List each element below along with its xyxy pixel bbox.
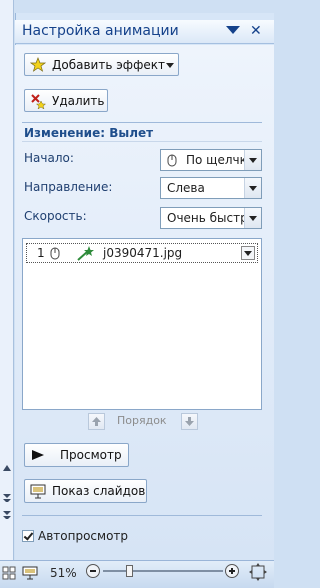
play-icon (32, 450, 44, 460)
zoom-out-button[interactable] (86, 564, 100, 578)
entrance-effect-icon (77, 246, 94, 261)
close-icon[interactable]: ✕ (250, 23, 262, 39)
autopreview-checkbox[interactable]: Автопросмотр (22, 529, 128, 543)
slideshow-label: Показ слайдов (52, 484, 146, 498)
pane-title: Настройка анимации (22, 23, 179, 39)
chevron-down-icon (166, 63, 174, 68)
autopreview-label: Автопросмотр (38, 529, 129, 543)
add-effect-button[interactable]: Добавить эффект (24, 53, 179, 76)
chevron-down-icon[interactable] (244, 150, 261, 170)
speed-select[interactable]: Очень быстро (160, 207, 262, 229)
item-dropdown[interactable] (241, 246, 255, 260)
slideshow-button[interactable]: Показ слайдов (24, 479, 147, 503)
effect-name: j0390471.jpg (103, 246, 183, 260)
delete-label: Удалить (52, 93, 105, 108)
divider (22, 141, 262, 142)
fit-to-window-icon[interactable] (249, 563, 267, 581)
move-up-button[interactable] (88, 413, 105, 430)
checkbox-checked-icon[interactable] (22, 530, 34, 542)
chevron-down-icon[interactable] (244, 178, 261, 198)
divider (22, 122, 262, 123)
scroll-prev-icon[interactable] (2, 492, 12, 502)
zoom-slider-thumb[interactable] (126, 565, 133, 577)
speed-label: Скорость: (24, 209, 87, 223)
arrow-up-icon (92, 417, 101, 426)
chevron-down-icon (244, 251, 252, 256)
slide-sorter-icon[interactable] (2, 566, 16, 580)
zoom-in-button[interactable] (225, 564, 239, 578)
order-label: Порядок (117, 414, 167, 427)
change-section-title: Изменение: Вылет (24, 126, 154, 140)
speed-value: Очень быстро (167, 211, 256, 225)
zoom-slider-track[interactable] (103, 570, 223, 572)
list-item[interactable]: 1 j0390471.jpg (26, 243, 258, 263)
star-effect-icon (30, 56, 46, 72)
move-down-button[interactable] (181, 413, 198, 430)
delete-effect-icon (31, 93, 46, 109)
add-effect-label: Добавить эффект (52, 57, 165, 72)
slideshow-view-icon[interactable] (22, 565, 38, 581)
start-select[interactable]: По щелчку (160, 149, 262, 171)
direction-label: Направление: (24, 180, 113, 194)
slideshow-icon (30, 484, 46, 499)
mouse-icon (50, 247, 60, 260)
pane-menu-icon[interactable] (226, 25, 240, 35)
chevron-down-icon[interactable] (244, 208, 261, 228)
direction-value: Слева (167, 181, 205, 195)
scroll-next-icon[interactable] (2, 509, 12, 519)
preview-label: Просмотр (60, 448, 122, 462)
slide-strip-scrollbar[interactable] (0, 0, 14, 560)
delete-button[interactable]: Удалить (24, 89, 108, 112)
scroll-up-icon[interactable] (2, 463, 12, 473)
preview-button[interactable]: Просмотр (24, 443, 129, 467)
divider (22, 515, 262, 516)
effects-list[interactable] (22, 238, 262, 410)
direction-select[interactable]: Слева (160, 177, 262, 199)
mouse-icon (167, 154, 177, 167)
arrow-down-icon (185, 417, 194, 426)
effect-index: 1 (37, 246, 45, 260)
zoom-level[interactable]: 51% (50, 566, 77, 580)
start-label: Начало: (24, 151, 74, 165)
minus-icon (90, 570, 96, 572)
